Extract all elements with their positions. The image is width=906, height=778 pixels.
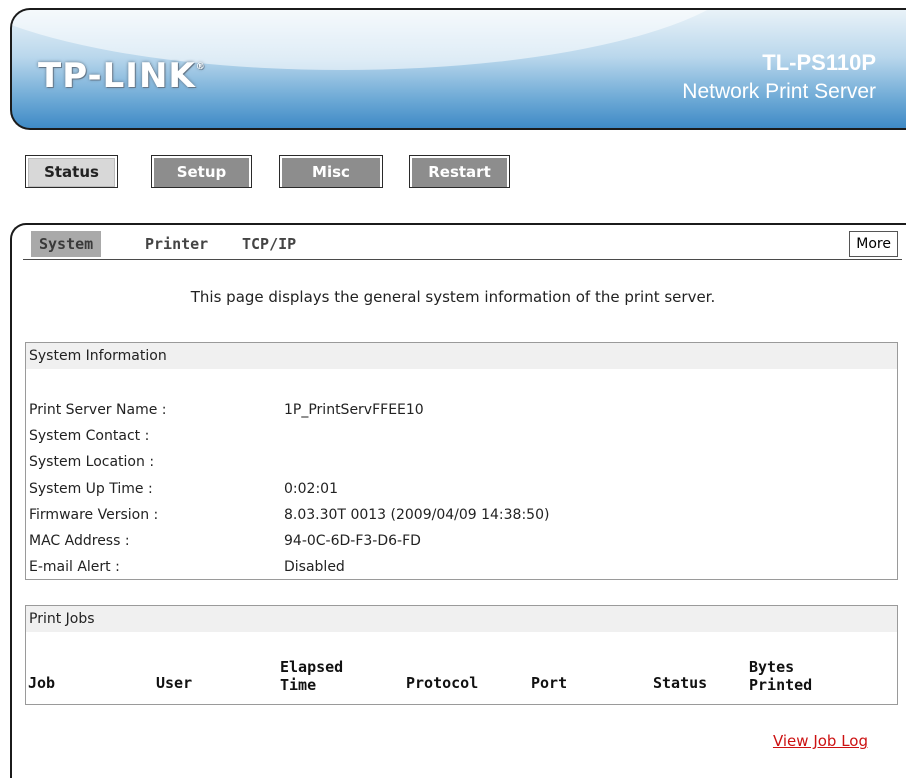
col-job: Job	[28, 674, 56, 692]
info-row-uptime: System Up Time :0:02:01	[29, 481, 338, 497]
info-row-firmware: Firmware Version :8.03.30T 0013 (2009/04…	[29, 507, 550, 523]
system-info-title: System Information	[26, 343, 897, 369]
col-status: Status	[653, 674, 708, 692]
tp-link-logo: TP-LINK®	[38, 56, 206, 96]
info-row-location: System Location :	[29, 454, 155, 470]
status-button[interactable]: Status	[25, 155, 118, 188]
tab-system[interactable]: System	[31, 231, 102, 257]
info-row-mac: MAC Address :94-0C-6D-F3-D6-FD	[29, 533, 421, 549]
restart-button[interactable]: Restart	[409, 155, 510, 188]
col-port: Port	[531, 674, 568, 692]
print-jobs-title: Print Jobs	[26, 606, 897, 632]
misc-button[interactable]: Misc	[279, 155, 383, 188]
tab-printer[interactable]: Printer	[145, 231, 208, 257]
setup-button[interactable]: Setup	[151, 155, 252, 188]
tab-tcpip[interactable]: TCP/IP	[242, 231, 296, 257]
header-banner: TP-LINK® TL-PS110P Network Print Server	[10, 8, 906, 130]
info-row-contact: System Contact :	[29, 428, 150, 444]
more-button[interactable]: More	[849, 231, 898, 257]
col-protocol: Protocol	[406, 674, 479, 692]
view-job-log-link[interactable]: View Job Log	[773, 732, 868, 750]
print-jobs-panel: Print Jobs Job User Elapsed Time Protoco…	[25, 605, 898, 705]
sub-navigation: System Printer TCP/IP More	[23, 228, 902, 260]
col-elapsed-time: Elapsed Time	[280, 658, 344, 694]
col-bytes-printed: Bytes Printed	[749, 658, 813, 694]
col-user: User	[156, 674, 193, 692]
page-description: This page displays the general system in…	[190, 288, 716, 306]
info-row-email-alert: E-mail Alert : Disabled	[29, 559, 345, 575]
product-name: Network Print Server	[682, 80, 876, 103]
info-row-server-name: Print Server Name :1P_PrintServFFEE10	[29, 402, 424, 418]
product-model: TL-PS110P Network Print Server	[682, 50, 876, 104]
model-number: TL-PS110P	[762, 50, 876, 75]
system-info-panel: System Information Print Server Name :1P…	[25, 342, 898, 580]
